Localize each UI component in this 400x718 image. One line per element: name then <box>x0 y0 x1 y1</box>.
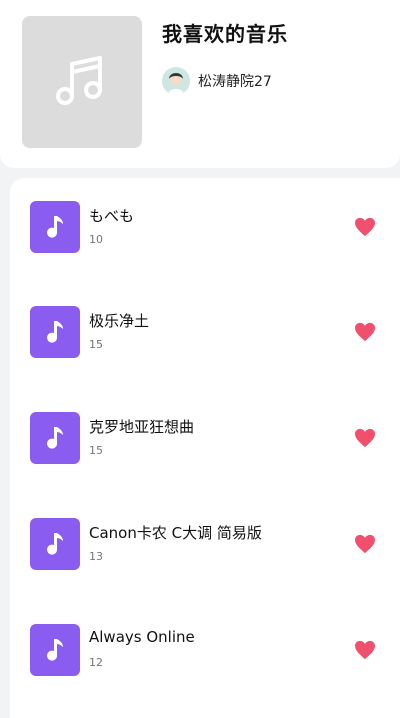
music-note-icon <box>47 533 63 555</box>
song-title: 极乐净土 <box>89 312 150 330</box>
song-cover <box>30 624 80 676</box>
playlist-cover[interactable] <box>22 16 142 148</box>
song-row[interactable]: 克罗地亚狂想曲 15 <box>10 412 400 472</box>
music-note-icon <box>47 427 63 449</box>
song-count: 12 <box>89 656 103 669</box>
song-cover <box>30 518 80 570</box>
song-row[interactable]: Always Online 12 <box>10 624 400 684</box>
playlist-header: 我喜欢的音乐 松涛静院27 <box>0 0 400 168</box>
song-cover <box>30 201 80 253</box>
music-note-icon <box>47 321 63 343</box>
playlist-title: 我喜欢的音乐 <box>162 22 288 46</box>
song-count: 13 <box>89 550 103 563</box>
song-row[interactable]: 极乐净土 15 <box>10 306 400 366</box>
song-title: Always Online <box>89 628 195 646</box>
song-row[interactable]: もべも 10 <box>10 201 400 261</box>
music-note-icon <box>56 56 102 105</box>
song-row[interactable]: Canon卡农 C大调 简易版 13 <box>10 518 400 578</box>
heart-icon[interactable] <box>354 322 376 342</box>
song-cover <box>30 306 80 358</box>
music-note-icon <box>47 216 63 238</box>
song-title: 克罗地亚狂想曲 <box>89 418 195 436</box>
song-count: 15 <box>89 338 103 351</box>
playlist-owner[interactable]: 松涛静院27 <box>162 66 272 96</box>
song-title: もべも <box>89 207 135 225</box>
avatar[interactable] <box>162 67 190 95</box>
heart-icon[interactable] <box>354 217 376 237</box>
song-list: もべも 10 极乐净土 15 克罗地亚狂想曲 15 Canon卡农 C大调 简易… <box>10 178 400 718</box>
music-note-icon <box>47 639 63 661</box>
song-count: 10 <box>89 233 103 246</box>
song-cover <box>30 412 80 464</box>
owner-name: 松涛静院27 <box>198 74 272 90</box>
song-count: 15 <box>89 444 103 457</box>
heart-icon[interactable] <box>354 534 376 554</box>
heart-icon[interactable] <box>354 640 376 660</box>
heart-icon[interactable] <box>354 428 376 448</box>
song-title: Canon卡农 C大调 简易版 <box>89 524 262 542</box>
